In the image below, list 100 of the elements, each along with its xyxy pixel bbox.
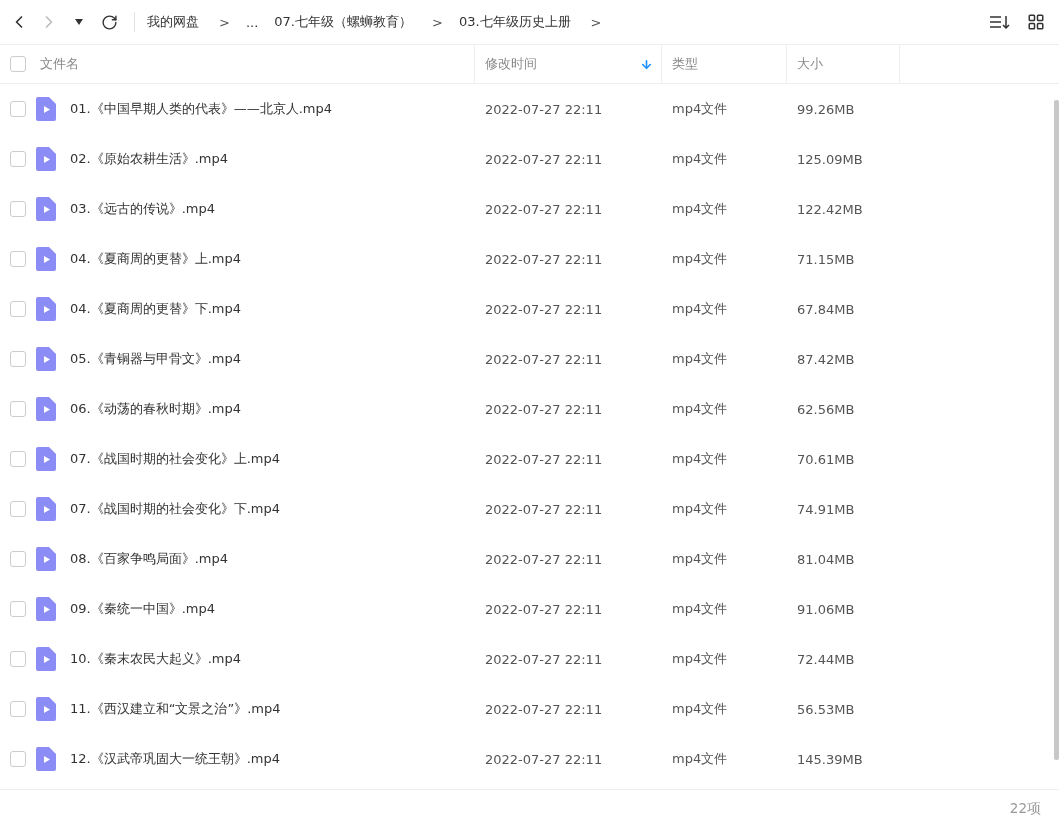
file-type: mp4文件	[671, 350, 729, 368]
column-header[interactable]: 类型	[662, 45, 787, 83]
refresh-icon	[100, 13, 118, 31]
file-type: mp4文件	[671, 600, 729, 618]
select-all-checkbox[interactable]	[10, 56, 26, 72]
row-checkbox[interactable]	[10, 651, 26, 667]
video-file-icon	[36, 397, 56, 421]
file-type: mp4文件	[671, 150, 729, 168]
modified-time: 2022-07-27 22:11	[484, 551, 604, 567]
file-size: 71.15MB	[796, 251, 856, 267]
video-file-icon	[36, 497, 56, 521]
modified-time: 2022-07-27 22:11	[484, 501, 604, 517]
modified-time: 2022-07-27 22:11	[484, 201, 604, 217]
breadcrumb-link[interactable]: 03.七年级历史上册	[458, 13, 571, 31]
row-checkbox[interactable]	[10, 301, 26, 317]
file-size: 67.84MB	[796, 301, 856, 317]
column-header[interactable]: 大小	[787, 45, 900, 83]
video-file-icon	[36, 747, 56, 771]
file-size: 125.09MB	[796, 151, 864, 167]
file-name[interactable]: 02.《原始农耕生活》.mp4	[70, 150, 228, 168]
file-name[interactable]: 03.《远古的传说》.mp4	[70, 200, 215, 218]
file-size: 56.53MB	[796, 701, 856, 717]
file-name[interactable]: 06.《动荡的春秋时期》.mp4	[70, 400, 241, 418]
file-name[interactable]: 07.《战国时期的社会变化》下.mp4	[70, 500, 280, 518]
row-checkbox[interactable]	[10, 401, 26, 417]
modified-time: 2022-07-27 22:11	[484, 601, 604, 617]
breadcrumb-link[interactable]: 07.七年级（螺蛳教育）	[274, 13, 412, 31]
file-size: 87.42MB	[796, 351, 856, 367]
file-name[interactable]: 12.《汉武帝巩固大一统王朝》.mp4	[70, 750, 280, 768]
breadcrumb-separator: >	[219, 14, 230, 30]
video-file-icon	[36, 447, 56, 471]
file-type: mp4文件	[671, 300, 729, 318]
file-type: mp4文件	[671, 250, 729, 268]
file-name[interactable]: 10.《秦末农民大起义》.mp4	[70, 650, 241, 668]
breadcrumb-link[interactable]: ...	[245, 14, 259, 30]
video-file-icon	[36, 547, 56, 571]
row-checkbox[interactable]	[10, 351, 26, 367]
file-type: mp4文件	[671, 750, 729, 768]
modified-time: 2022-07-27 22:11	[484, 301, 604, 317]
video-file-icon	[36, 347, 56, 371]
file-size: 81.04MB	[796, 551, 856, 567]
item-count: 22项	[1009, 800, 1041, 818]
modified-time: 2022-07-27 22:11	[484, 751, 604, 767]
file-type: mp4文件	[671, 700, 729, 718]
modified-time: 2022-07-27 22:11	[484, 701, 604, 717]
file-name[interactable]: 04.《夏商周的更替》上.mp4	[70, 250, 241, 268]
file-type: mp4文件	[671, 100, 729, 118]
file-type: mp4文件	[671, 450, 729, 468]
file-name[interactable]: 05.《青铜器与甲骨文》.mp4	[70, 350, 241, 368]
breadcrumb-link[interactable]: 我的网盘	[147, 13, 199, 31]
row-checkbox[interactable]	[10, 201, 26, 217]
file-type: mp4文件	[671, 500, 729, 518]
file-size: 62.56MB	[796, 401, 856, 417]
modified-time: 2022-07-27 22:11	[484, 251, 604, 267]
video-file-icon	[36, 247, 56, 271]
modified-time: 2022-07-27 22:11	[484, 351, 604, 367]
video-file-icon	[36, 197, 56, 221]
sort-icon	[989, 14, 1011, 30]
file-size: 122.42MB	[796, 201, 864, 217]
file-size: 70.61MB	[796, 451, 856, 467]
file-name[interactable]: 04.《夏商周的更替》下.mp4	[70, 300, 241, 318]
column-header[interactable]: 文件名	[30, 45, 475, 83]
video-file-icon	[36, 297, 56, 321]
row-checkbox[interactable]	[10, 151, 26, 167]
breadcrumb-separator: >	[590, 14, 602, 30]
file-name[interactable]: 01.《中国早期人类的代表》——北京人.mp4	[70, 100, 332, 118]
file-type: mp4文件	[671, 650, 729, 668]
modified-time: 2022-07-27 22:11	[484, 651, 604, 667]
file-size: 99.26MB	[796, 101, 856, 117]
video-file-icon	[36, 697, 56, 721]
file-size: 72.44MB	[796, 651, 856, 667]
video-file-icon	[36, 147, 56, 171]
modified-time: 2022-07-27 22:11	[484, 101, 604, 117]
scrollbar[interactable]	[1054, 100, 1059, 760]
file-type: mp4文件	[671, 550, 729, 568]
row-checkbox[interactable]	[10, 551, 26, 567]
grid-view-icon	[1027, 13, 1045, 31]
video-file-icon	[36, 97, 56, 121]
sort-arrow-icon	[640, 57, 653, 71]
file-name[interactable]: 09.《秦统一中国》.mp4	[70, 600, 215, 618]
file-size: 145.39MB	[796, 751, 864, 767]
row-checkbox[interactable]	[10, 751, 26, 767]
row-checkbox[interactable]	[10, 701, 26, 717]
row-checkbox[interactable]	[10, 451, 26, 467]
file-name[interactable]: 07.《战国时期的社会变化》上.mp4	[70, 450, 280, 468]
file-type: mp4文件	[671, 400, 729, 418]
file-type: mp4文件	[671, 200, 729, 218]
file-name[interactable]: 08.《百家争鸣局面》.mp4	[70, 550, 228, 568]
column-header[interactable]: 修改时间	[475, 45, 662, 83]
video-file-icon	[36, 597, 56, 621]
modified-time: 2022-07-27 22:11	[484, 151, 604, 167]
file-name[interactable]: 11.《西汉建立和“文景之治”》.mp4	[70, 700, 281, 718]
row-checkbox[interactable]	[10, 601, 26, 617]
video-file-icon	[36, 647, 56, 671]
row-checkbox[interactable]	[10, 501, 26, 517]
row-checkbox[interactable]	[10, 101, 26, 117]
file-size: 74.91MB	[796, 501, 856, 517]
modified-time: 2022-07-27 22:11	[484, 451, 604, 467]
row-checkbox[interactable]	[10, 251, 26, 267]
modified-time: 2022-07-27 22:11	[484, 401, 604, 417]
